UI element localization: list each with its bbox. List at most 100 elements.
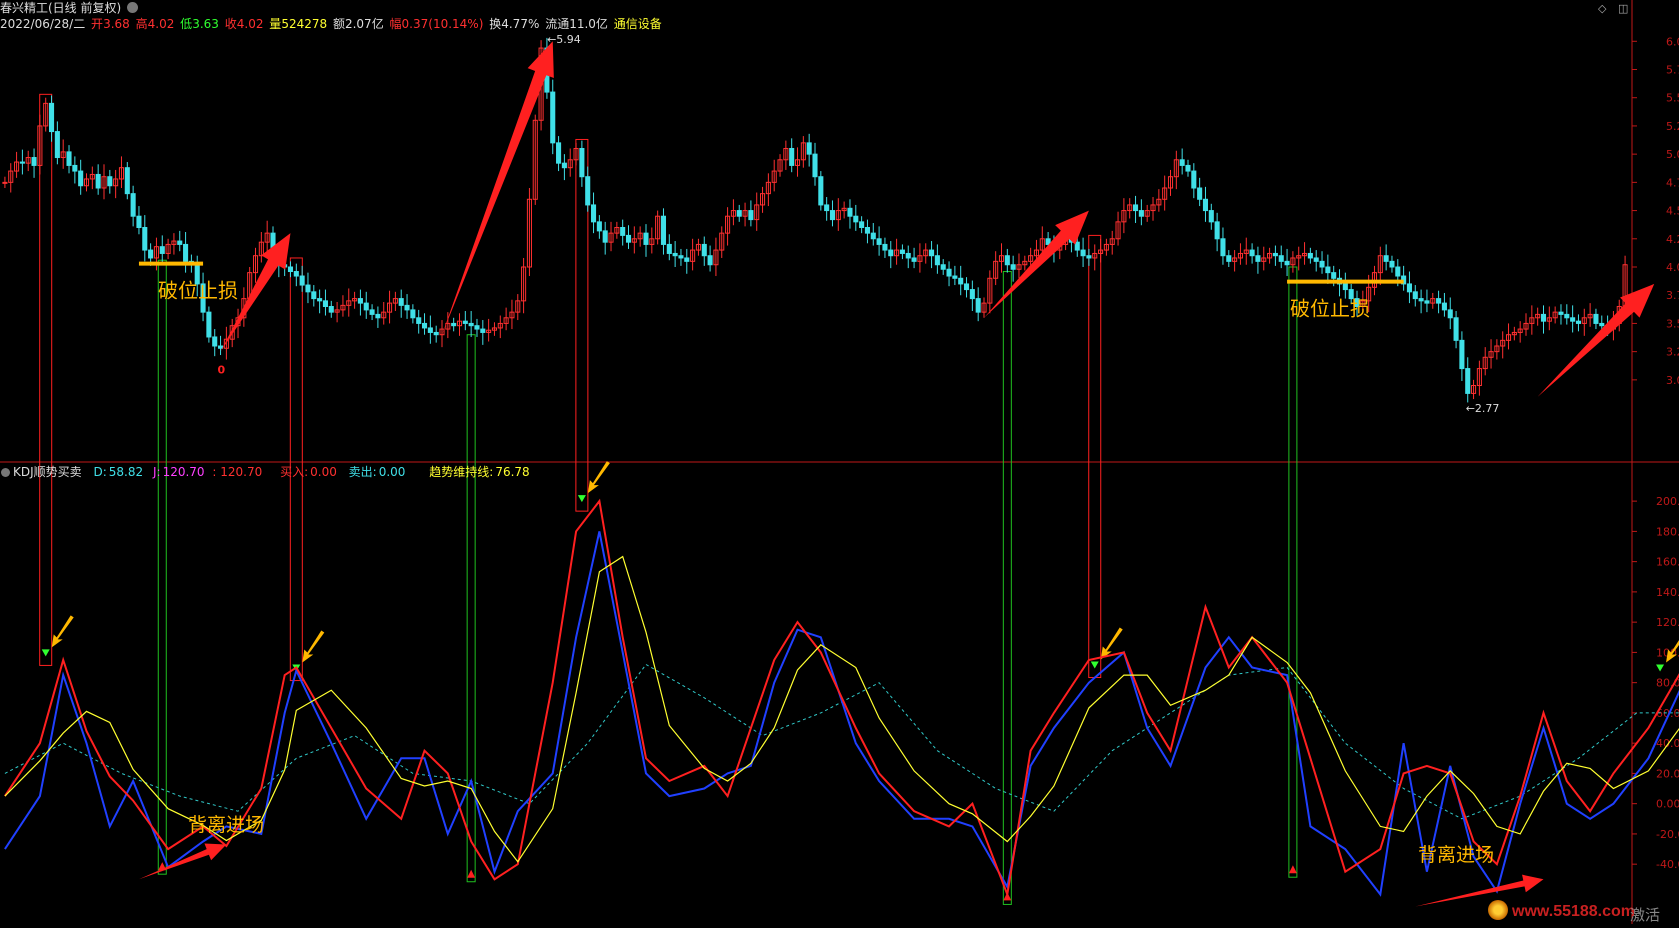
indicator-tick-label: 120.00 xyxy=(1656,616,1679,629)
candle-body xyxy=(404,304,410,311)
open-value: 3.68 xyxy=(103,17,130,31)
buy-signal-box xyxy=(1002,271,1012,905)
chart-stage: 6.00 5.75 5.50 5.25 5.00 4.75 4.50 4.25 4.00 3.75… xyxy=(0,0,1679,924)
window-toggle-icon[interactable]: ◫ xyxy=(1618,3,1628,14)
candle-body xyxy=(1074,241,1080,251)
low-value: 3.63 xyxy=(192,17,219,31)
stock-title[interactable]: 春兴精工(日线 前复权) xyxy=(0,1,121,15)
candle-body xyxy=(78,170,84,187)
candle-body xyxy=(299,275,305,286)
candle-body xyxy=(1412,291,1418,300)
candle-body xyxy=(1307,252,1313,259)
price-tick-label: 4.50 xyxy=(1666,205,1679,218)
candle-body xyxy=(812,153,818,178)
candle-body xyxy=(305,284,311,293)
candle-body xyxy=(1447,309,1453,319)
candle-body xyxy=(421,322,428,329)
candle-body xyxy=(1202,198,1209,212)
buy-signal-box xyxy=(466,334,476,883)
turnover-label: 换 xyxy=(489,17,502,31)
low-price-marker: ←2.77 xyxy=(1466,402,1500,415)
candle-body xyxy=(1185,164,1191,172)
candle-body xyxy=(620,227,626,236)
candle-body xyxy=(1593,313,1599,324)
candle-body xyxy=(1558,311,1564,315)
candle-body xyxy=(451,322,457,327)
candle-body xyxy=(1540,313,1547,322)
price-tick-label: 6.00 xyxy=(1666,35,1679,48)
candle-body xyxy=(1395,266,1401,277)
chart-svg: 6.00 5.75 5.50 5.25 5.00 4.75 4.50 4.25 4.00 3.75… xyxy=(0,0,1679,924)
indicator-tick-label: 140.00 xyxy=(1656,586,1679,599)
candle-body xyxy=(602,230,608,243)
diamond-icon[interactable]: ◇ xyxy=(1598,3,1608,14)
d-line xyxy=(4,531,1679,897)
watermark-logo-icon xyxy=(1488,900,1508,920)
candle-body xyxy=(853,215,859,223)
indicator-dropdown-icon[interactable] xyxy=(1,468,10,477)
candle-body xyxy=(1453,317,1459,341)
candle-body xyxy=(899,249,905,254)
divergence-label: 背离进场 xyxy=(1418,844,1494,866)
price-tick-label: 3.75 xyxy=(1666,289,1679,302)
d-value: 58.82 xyxy=(108,465,144,479)
candle-body xyxy=(48,102,55,133)
candle-body xyxy=(625,234,632,243)
divergence-arrow xyxy=(138,843,227,880)
trend-label: 趋势维持线: xyxy=(429,465,494,479)
sell-marker xyxy=(577,495,586,503)
indicator-name[interactable]: KDJ顺势买卖 xyxy=(13,465,82,479)
candle-body xyxy=(1441,302,1447,311)
candle-body xyxy=(416,317,422,324)
candle-body xyxy=(357,298,363,304)
candle-body xyxy=(31,157,37,166)
candle-body xyxy=(1249,249,1255,257)
candle-body xyxy=(596,221,602,232)
rise-arrow xyxy=(984,210,1089,318)
candle-body xyxy=(1575,320,1582,324)
candle-body xyxy=(177,240,183,245)
candle-body xyxy=(946,268,952,277)
sell-signal-box xyxy=(39,93,53,666)
price-tick-label: 5.75 xyxy=(1666,64,1679,77)
candle-body xyxy=(1342,283,1348,291)
indicator-tick-label: 200.00 xyxy=(1656,495,1679,508)
price-tick-label: 3.25 xyxy=(1666,346,1679,359)
candle-body xyxy=(480,328,486,333)
quote-info-row: 2022/06/28/二 开3.68 高4.02 低3.63 收4.02 量52… xyxy=(0,17,664,31)
zero-marker: 0 xyxy=(218,364,226,377)
dropdown-icon[interactable] xyxy=(127,2,139,13)
indicator-tick-label: 20.00 xyxy=(1656,767,1679,780)
high-label: 高 xyxy=(135,17,148,31)
candle-body xyxy=(2,181,8,184)
candle-body xyxy=(1197,187,1203,200)
buy-marker xyxy=(467,869,476,878)
amount-label: 额 xyxy=(332,17,345,31)
candle-body xyxy=(322,300,328,308)
sell-marker xyxy=(41,649,50,657)
candle-body xyxy=(643,232,649,245)
candle-body xyxy=(363,302,369,311)
stock-title-row: 春兴精工(日线 前复权) xyxy=(0,1,140,15)
candle-body xyxy=(1086,255,1092,259)
candle-body xyxy=(474,325,480,330)
pointer-arrow xyxy=(302,630,325,663)
candle-body xyxy=(882,243,888,251)
candle-body xyxy=(54,131,60,159)
candle-body xyxy=(1406,283,1412,293)
candle-body xyxy=(1465,368,1471,394)
price-tick-label: 3.00 xyxy=(1666,374,1679,387)
candle-body xyxy=(328,306,334,313)
price-tick-label: 4.75 xyxy=(1666,176,1679,189)
sector-link[interactable]: 通信设备 xyxy=(614,17,662,31)
candle-body xyxy=(660,215,667,245)
candle-body xyxy=(556,142,562,164)
trend-value: 76.78 xyxy=(495,465,530,479)
price-tick-label: 4.00 xyxy=(1666,261,1679,274)
candle-body xyxy=(462,320,468,324)
candle-body xyxy=(369,309,375,315)
candle-body xyxy=(218,345,224,349)
candle-body xyxy=(206,311,212,338)
indicator-tick-label: 40.00 xyxy=(1656,737,1679,750)
candle-body xyxy=(1319,260,1325,268)
